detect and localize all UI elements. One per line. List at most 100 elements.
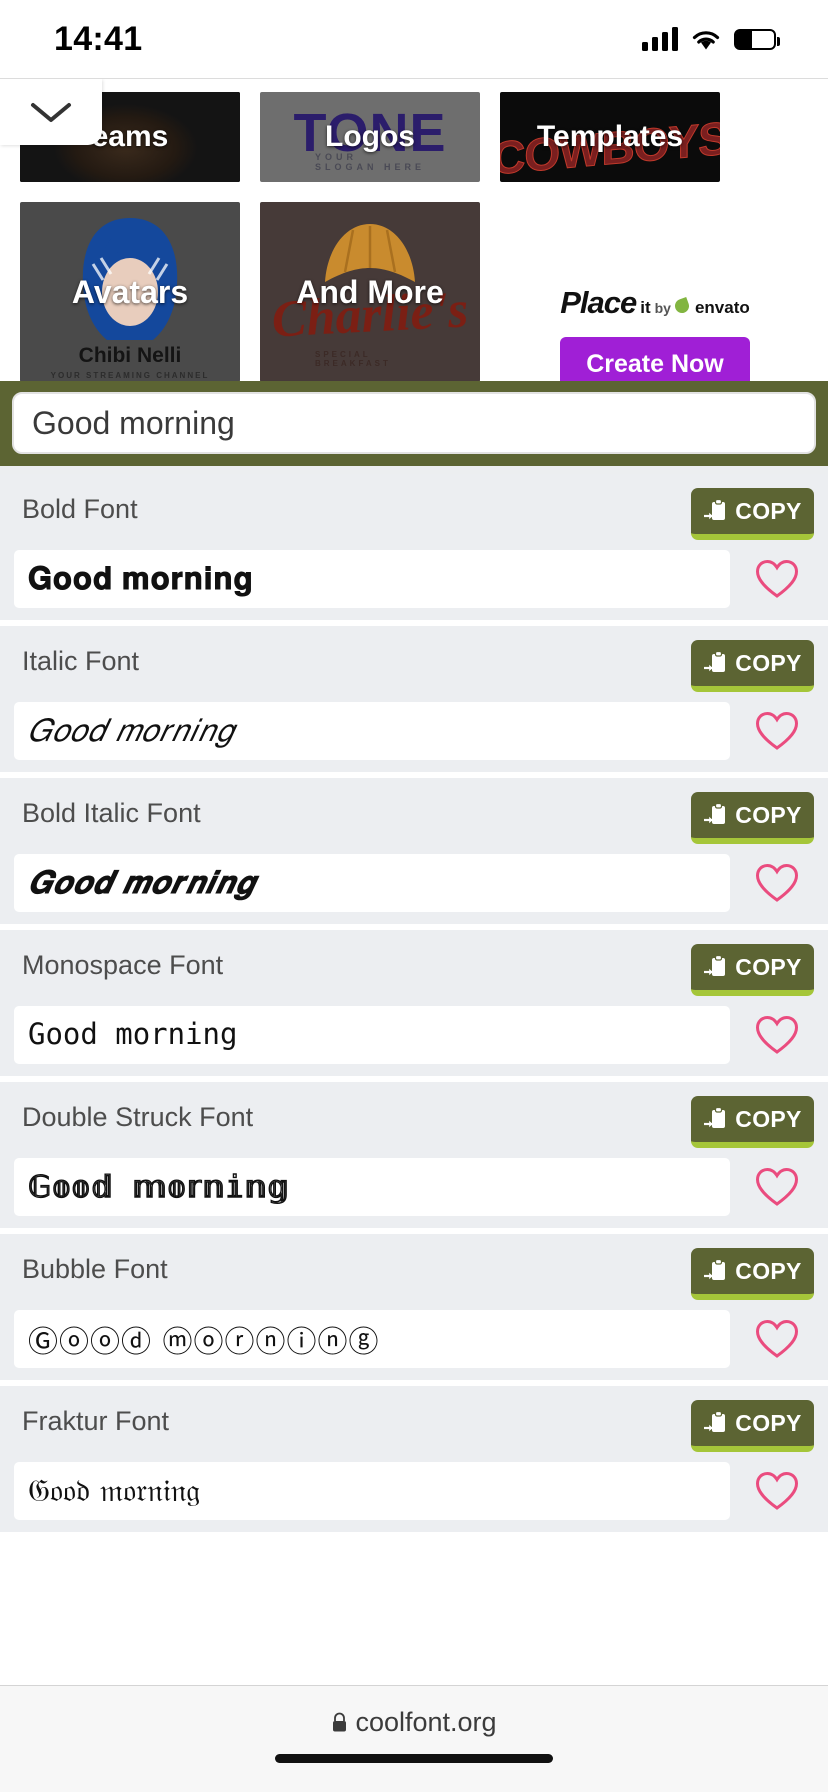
tile-logos-label: Logos [325,120,415,154]
home-indicator[interactable] [275,1754,553,1763]
favorite-button[interactable] [740,1471,814,1511]
copy-button[interactable]: COPY [691,1248,814,1300]
heart-icon [755,1319,799,1359]
wifi-icon [691,28,721,51]
search-bar-shadow [0,466,828,474]
ad-brand-column: Place it by envato Create Now [500,285,810,381]
font-result-row: Fraktur Font COPY𝔊𝔬𝔬𝔡 𝔪𝔬𝔯𝔫𝔦𝔫𝔤 [0,1386,828,1532]
tile-and-more-label: And More [296,274,444,311]
placeit-logo-part1: Place [560,285,636,321]
font-result-row: Monospace Font COPY 𝙶𝚘𝚘𝚍 𝚖𝚘𝚛𝚗𝚒𝚗𝚐 [0,930,828,1076]
clipboard-copy-icon [703,954,729,980]
url-text: coolfont.org [355,1707,496,1738]
font-name-label: Bubble Font [22,1248,168,1285]
font-output-field[interactable]: 𝐆𝐨𝐨𝐝 𝐦𝐨𝐫𝐧𝐢𝐧𝐠 [14,550,730,608]
create-now-button[interactable]: Create Now [560,337,750,381]
heart-icon [755,1167,799,1207]
copy-button[interactable]: COPY [691,1096,814,1148]
font-output-field[interactable]: Ⓖⓞⓞⓓ ⓜⓞⓡⓝⓘⓝⓖ [14,1310,730,1368]
font-row-body: 𝑮𝒐𝒐𝒅 𝒎𝒐𝒓𝒏𝒊𝒏𝒈 [0,854,828,924]
envato-label: envato [695,298,750,318]
tile-templates-label: Templates [537,120,683,154]
font-output-field[interactable]: 𝔊𝔬𝔬𝔡 𝔪𝔬𝔯𝔫𝔦𝔫𝔤 [14,1462,730,1520]
font-row-body: 𝔊𝔬𝔬𝔡 𝔪𝔬𝔯𝔫𝔦𝔫𝔤 [0,1462,828,1532]
font-results-list: Bold FontCOPY𝐆𝐨𝐨𝐝 𝐦𝐨𝐫𝐧𝐢𝐧𝐠Italic FontCOPY… [0,474,828,1532]
font-row-header: Italic Font COPY [0,626,828,702]
heart-icon [755,711,799,751]
ad-banner[interactable]: eams TONE YOUR SLOGAN HERE Logos COWBOYS… [0,78,828,381]
font-row-header: Double Struck Font COPY [0,1082,828,1158]
chevron-down-icon [28,98,74,126]
font-row-header: Monospace Font COPY [0,930,828,1006]
tile-templates[interactable]: COWBOYS Templates [500,92,720,182]
font-row-header: Bubble Font COPY [0,1234,828,1310]
copy-button[interactable]: COPY [691,944,814,996]
font-result-row: Double Struck Font COPY𝔾𝕠𝕠𝕕 𝕞𝕠𝕣𝕟𝕚𝕟𝕘 [0,1082,828,1228]
clipboard-copy-icon [703,1410,729,1436]
font-name-label: Bold Italic Font [22,792,201,829]
copy-button-label: COPY [735,650,801,677]
envato-leaf-icon [673,297,691,315]
tile-and-more-sub: SPECIAL BREAKFAST [315,350,425,368]
lock-icon [331,1712,348,1733]
copy-button-label: COPY [735,1106,801,1133]
tile-streams-label: eams [92,120,169,154]
clipboard-copy-icon [703,1258,729,1284]
favorite-button[interactable] [740,1319,814,1359]
font-output-field[interactable]: 𝑮𝒐𝒐𝒅 𝒎𝒐𝒓𝒏𝒊𝒏𝒈 [14,854,730,912]
heart-icon [755,559,799,599]
favorite-button[interactable] [740,1167,814,1207]
clipboard-copy-icon [703,498,729,524]
search-input[interactable]: Good morning [12,392,816,454]
favorite-button[interactable] [740,1015,814,1055]
copy-button[interactable]: COPY [691,792,814,844]
placeit-logo-by: by [655,300,671,316]
placeit-logo-part2: it [640,298,650,318]
copy-button[interactable]: COPY [691,640,814,692]
font-name-label: Bold Font [22,488,138,525]
font-name-label: Double Struck Font [22,1096,253,1133]
tile-logos-slogan: YOUR SLOGAN HERE [315,152,425,172]
battery-icon [734,29,776,50]
status-bar-time: 14:41 [54,20,142,59]
status-bar-indicators [642,27,776,51]
font-name-label: Fraktur Font [22,1400,169,1437]
font-result-row: Italic Font COPY𝐺𝑜𝑜𝑑 𝑚𝑜𝑟𝑛𝑖𝑛𝑔 [0,626,828,772]
font-result-row: Bold Font COPY𝐆𝐨𝐨𝐝 𝐦𝐨𝐫𝐧𝐢𝐧𝐠 [0,474,828,620]
font-row-header: Bold Font COPY [0,474,828,550]
favorite-button[interactable] [740,559,814,599]
font-result-row: Bubble Font COPYⒼⓞⓞⓓ ⓜⓞⓡⓝⓘⓝⓖ [0,1234,828,1380]
placeit-logo: Place it by envato [560,285,750,321]
font-row-header: Bold Italic Font COPY [0,778,828,854]
clipboard-copy-icon [703,650,729,676]
font-name-label: Monospace Font [22,944,223,981]
font-name-label: Italic Font [22,640,139,677]
font-row-body: 𝐺𝑜𝑜𝑑 𝑚𝑜𝑟𝑛𝑖𝑛𝑔 [0,702,828,772]
font-row-body: 𝙶𝚘𝚘𝚍 𝚖𝚘𝚛𝚗𝚒𝚗𝚐 [0,1006,828,1076]
tile-avatars-label: Avatars [72,274,188,311]
favorite-button[interactable] [740,711,814,751]
copy-button[interactable]: COPY [691,1400,814,1452]
copy-button-label: COPY [735,1258,801,1285]
font-row-body: 𝐆𝐨𝐨𝐝 𝐦𝐨𝐫𝐧𝐢𝐧𝐠 [0,550,828,620]
search-bar: Good morning [0,381,828,466]
status-bar: 14:41 [0,0,828,78]
tile-and-more[interactable]: Charlie's And More SPECIAL BREAKFAST [260,202,480,381]
collapse-ad-button[interactable] [0,79,102,145]
cellular-signal-icon [642,27,678,51]
font-output-field[interactable]: 𝔾𝕠𝕠𝕕 𝕞𝕠𝕣𝕟𝕚𝕟𝕘 [14,1158,730,1216]
heart-icon [755,863,799,903]
tile-avatars-art-text: Chibi Nelli [79,344,182,368]
tile-logos[interactable]: TONE YOUR SLOGAN HERE Logos [260,92,480,182]
clipboard-copy-icon [703,1106,729,1132]
font-output-field[interactable]: 𝐺𝑜𝑜𝑑 𝑚𝑜𝑟𝑛𝑖𝑛𝑔 [14,702,730,760]
url-bar[interactable]: coolfont.org [0,1686,828,1758]
tile-avatars[interactable]: Avatars Chibi Nelli YOUR STREAMING CHANN… [20,202,240,381]
copy-button-label: COPY [735,498,801,525]
favorite-button[interactable] [740,863,814,903]
clipboard-copy-icon [703,802,729,828]
copy-button-label: COPY [735,1410,801,1437]
copy-button[interactable]: COPY [691,488,814,540]
font-output-field[interactable]: 𝙶𝚘𝚘𝚍 𝚖𝚘𝚛𝚗𝚒𝚗𝚐 [14,1006,730,1064]
tile-avatars-sub: YOUR STREAMING CHANNEL [51,371,210,380]
